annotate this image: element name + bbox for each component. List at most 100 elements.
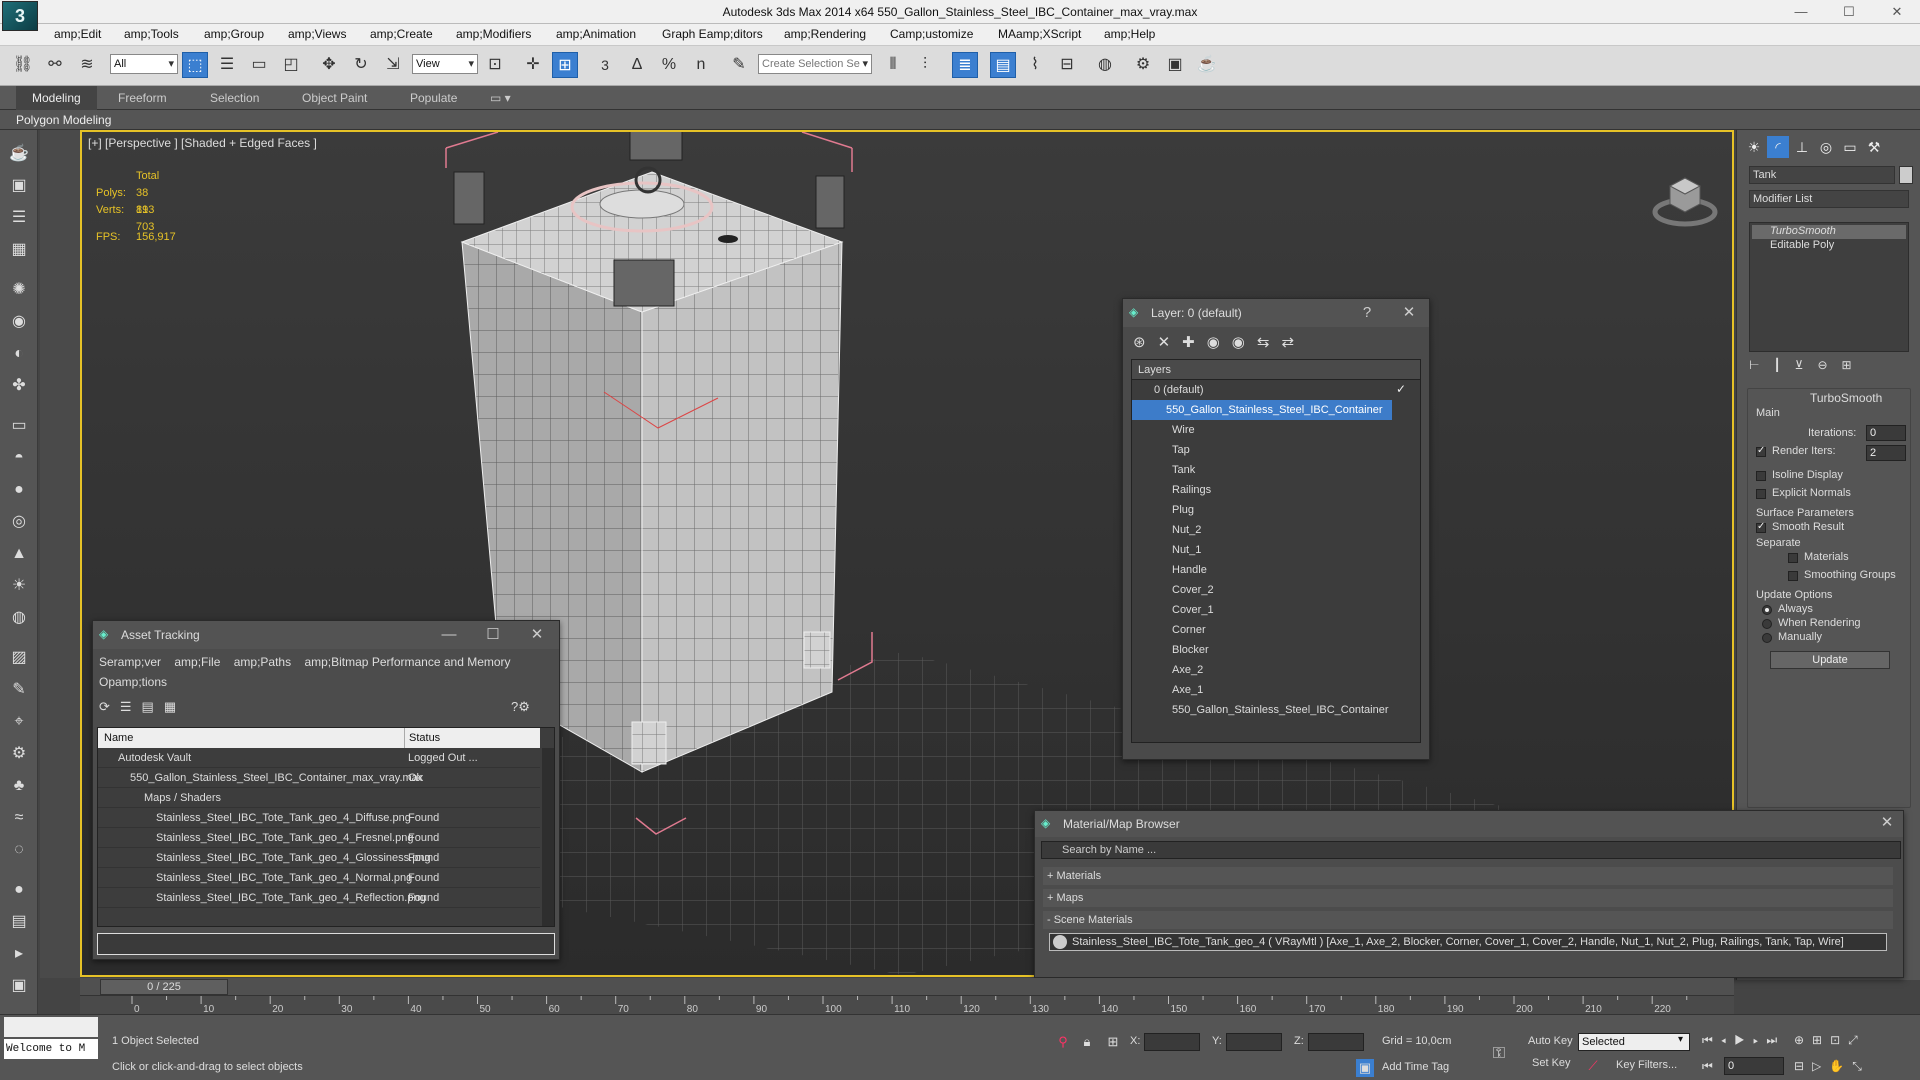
materials-group[interactable]: + Materials <box>1043 867 1893 885</box>
sphere-icon[interactable]: ● <box>7 478 31 502</box>
tab-object-paint[interactable]: Object Paint <box>302 86 367 110</box>
layer-object-item[interactable]: Tank <box>1132 460 1420 480</box>
named-selection-set-dropdown[interactable]: Create Selection Se <box>758 54 872 74</box>
menu-maxscript[interactable]: MAamp;XScript <box>998 27 1081 41</box>
lock-icon[interactable]: 🔒︎ <box>1078 1033 1096 1051</box>
close-button[interactable]: ✕ <box>1878 0 1916 24</box>
tab-selection[interactable]: Selection <box>210 86 259 110</box>
asset-menu-file[interactable]: amp;File <box>174 655 220 669</box>
render-iters-checkbox[interactable] <box>1756 445 1766 457</box>
asset-row[interactable]: Stainless_Steel_IBC_Tote_Tank_geo_4_Norm… <box>98 868 540 888</box>
tab-freeform[interactable]: Freeform <box>118 86 167 110</box>
menu-customize[interactable]: Camp;ustomize <box>890 27 973 41</box>
camera-icon[interactable]: ◉ <box>7 310 31 334</box>
menu-create[interactable]: amp;Create <box>370 27 433 41</box>
window-crossing-icon[interactable]: ◰ <box>278 52 304 78</box>
layer-object-item[interactable]: Wire <box>1132 420 1420 440</box>
layer-object-item[interactable]: Blocker <box>1132 640 1420 660</box>
menu-views[interactable]: amp;Views <box>288 27 346 41</box>
scale-icon[interactable]: ⇲ <box>380 52 406 78</box>
x-field[interactable] <box>1144 1033 1200 1051</box>
layer-tools[interactable]: ⊛✕✚◉◉⇆⇄ <box>1133 333 1306 351</box>
plant-icon[interactable]: ♣ <box>7 774 31 798</box>
absolute-mode-icon[interactable]: ⊞ <box>1104 1033 1122 1051</box>
rectangular-selection-icon[interactable]: ▭ <box>246 52 272 78</box>
render-icon[interactable]: ▣ <box>7 174 31 198</box>
render-setup-icon[interactable]: ⚙ <box>1130 52 1156 78</box>
layer-object-item[interactable]: Cover_2 <box>1132 580 1420 600</box>
asset-col-status[interactable]: Status <box>404 728 440 748</box>
minimize-button[interactable]: — <box>1782 0 1820 24</box>
teapot-icon[interactable]: ☕ <box>7 142 31 166</box>
modify-tab-icon[interactable]: ◜ <box>1767 136 1789 158</box>
y-field[interactable] <box>1226 1033 1282 1051</box>
stack-item-editable-poly[interactable]: Editable Poly <box>1770 239 1834 251</box>
grid-icon[interactable]: ▦ <box>7 238 31 262</box>
curve-editor-icon[interactable]: ⌇ <box>1022 52 1048 78</box>
isoline-checkbox[interactable] <box>1756 471 1766 481</box>
layer-object-item[interactable]: Axe_1 <box>1132 680 1420 700</box>
motion-tab-icon[interactable]: ◎ <box>1815 136 1837 158</box>
polygon-modeling-label[interactable]: Polygon Modeling <box>16 113 111 127</box>
move-icon[interactable]: ✥ <box>316 52 342 78</box>
container-icon[interactable]: ▣ <box>7 974 31 998</box>
stack-tools[interactable]: ⊢┃⊻⊖⊞ <box>1749 358 1909 376</box>
utilities-tab-icon[interactable]: ⚒ <box>1863 136 1885 158</box>
angle-snap-icon[interactable]: ∆ <box>624 52 650 78</box>
cone-icon[interactable]: ▲ <box>7 542 31 566</box>
viewport-nav-bottom[interactable]: ⊟▷✋⤡ <box>1794 1059 1870 1074</box>
menu-tools[interactable]: amp;Tools <box>124 27 179 41</box>
asset-menu-server[interactable]: Seramp;ver <box>99 655 161 669</box>
layer-object-item[interactable]: Nut_2 <box>1132 520 1420 540</box>
scene-material-entry[interactable]: Stainless_Steel_IBC_Tote_Tank_geo_4 ( VR… <box>1049 933 1887 951</box>
layer-object-item[interactable]: Cover_1 <box>1132 600 1420 620</box>
maps-group[interactable]: + Maps <box>1043 889 1893 907</box>
object-color-swatch[interactable] <box>1899 166 1913 184</box>
layer-default[interactable]: 0 (default) <box>1132 380 1420 400</box>
maxscript-listener[interactable]: Welcome to M <box>4 1039 98 1059</box>
scene-materials-group[interactable]: - Scene Materials <box>1043 911 1893 929</box>
select-by-name-icon[interactable]: ☰ <box>214 52 240 78</box>
key-filter-icon[interactable]: ⟋ <box>1584 1057 1602 1075</box>
layer-object-item[interactable]: Nut_1 <box>1132 540 1420 560</box>
helper-icon[interactable]: ◐ <box>7 342 31 366</box>
material-search-field[interactable]: Search by Name ... <box>1041 841 1901 859</box>
layer-manager-icon[interactable]: ≣ <box>952 52 978 78</box>
update-button[interactable]: Update <box>1770 651 1890 669</box>
selection-filter-dropdown[interactable]: All <box>110 54 178 74</box>
always-radio[interactable] <box>1762 605 1772 615</box>
display-tab-icon[interactable]: ▭ <box>1839 136 1861 158</box>
material-browser-close[interactable]: ✕ <box>1877 813 1897 833</box>
dome-icon[interactable]: ◓ <box>7 446 31 470</box>
help-icon[interactable]: ? <box>1357 303 1377 323</box>
percent-snap-icon[interactable]: % <box>656 52 682 78</box>
render-production-icon[interactable]: ☕ <box>1194 52 1220 78</box>
current-frame-field[interactable]: 0 <box>1724 1057 1784 1075</box>
spinner-snap-icon[interactable]: n <box>688 52 714 78</box>
layer-object-item[interactable]: Handle <box>1132 560 1420 580</box>
layer-object-item[interactable]: Plug <box>1132 500 1420 520</box>
auto-key-button[interactable]: Auto Key <box>1528 1035 1573 1047</box>
layer-object-item[interactable]: Corner <box>1132 620 1420 640</box>
create-tab-icon[interactable]: ☀ <box>1743 136 1765 158</box>
rotate-icon[interactable]: ↻ <box>348 52 374 78</box>
bind-space-warp-icon[interactable]: ≋ <box>74 52 100 78</box>
select-object-icon[interactable]: ⬚ <box>182 52 208 78</box>
menu-modifiers[interactable]: amp;Modifiers <box>456 27 531 41</box>
pivot-center-icon[interactable]: ⊡ <box>482 52 508 78</box>
layers-column-header[interactable]: Layers <box>1132 360 1420 380</box>
play-icon[interactable]: ▸ <box>7 942 31 966</box>
z-field[interactable] <box>1308 1033 1364 1051</box>
mirror-icon[interactable]: ⫴ <box>880 52 906 78</box>
stack-item-turbosmooth[interactable]: TurboSmooth <box>1770 225 1836 237</box>
asset-close-button[interactable]: ✕ <box>527 625 547 645</box>
layer-object-item[interactable]: Axe_2 <box>1132 660 1420 680</box>
snaps-toggle-icon[interactable]: 3 <box>592 52 618 78</box>
asset-menu-paths[interactable]: amp;Paths <box>234 655 291 669</box>
asset-row[interactable]: Stainless_Steel_IBC_Tote_Tank_geo_4_Refl… <box>98 888 540 908</box>
menu-help[interactable]: amp;Help <box>1104 27 1155 41</box>
edit-named-selection-icon[interactable]: ✎ <box>726 52 752 78</box>
reference-coordinate-dropdown[interactable]: View <box>412 54 478 74</box>
hierarchy-tab-icon[interactable]: ⊥ <box>1791 136 1813 158</box>
menu-edit[interactable]: amp;Edit <box>54 27 101 41</box>
